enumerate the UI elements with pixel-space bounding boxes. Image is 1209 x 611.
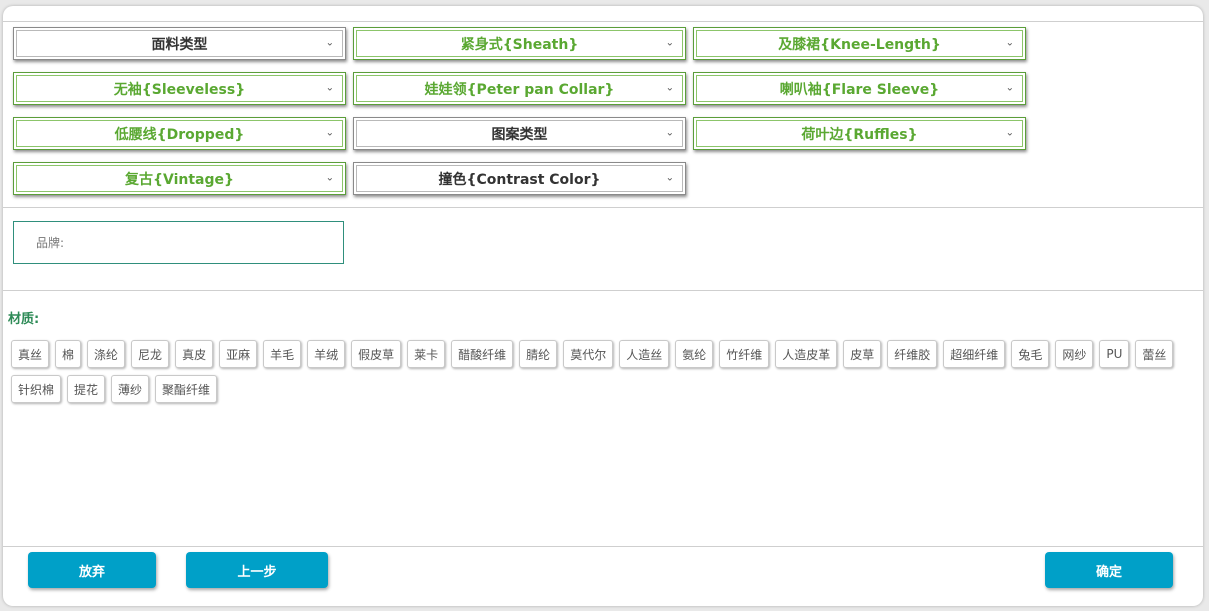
dropdown-inner: 荷叶边{Ruffles} ⌄ <box>696 120 1023 147</box>
previous-step-button[interactable]: 上一步 <box>186 552 328 588</box>
chevron-down-icon: ⌄ <box>665 37 674 48</box>
dropdown-label: 无袖{Sleeveless} <box>113 81 246 98</box>
material-tag[interactable]: 人造皮革 <box>775 340 838 368</box>
chevron-down-icon: ⌄ <box>665 127 674 138</box>
attribute-dropdown[interactable]: 面料类型 ⌄ <box>13 27 346 60</box>
attribute-dropdown[interactable]: 喇叭袖{Flare Sleeve} ⌄ <box>693 72 1026 105</box>
material-tag[interactable]: 竹纤维 <box>719 340 770 368</box>
chevron-down-icon: ⌄ <box>665 172 674 183</box>
brand-placeholder: 品牌: <box>36 236 65 250</box>
chevron-down-icon: ⌄ <box>665 82 674 93</box>
divider-2 <box>3 290 1203 291</box>
material-tag[interactable]: 薄纱 <box>111 375 150 403</box>
dropdown-inner: 喇叭袖{Flare Sleeve} ⌄ <box>696 75 1023 102</box>
dropdown-inner: 撞色{Contrast Color} ⌄ <box>356 165 683 192</box>
material-tag[interactable]: 网纱 <box>1055 340 1094 368</box>
brand-input[interactable]: 品牌: <box>13 221 344 264</box>
dropdown-inner: 无袖{Sleeveless} ⌄ <box>16 75 343 102</box>
material-tag[interactable]: 羊绒 <box>307 340 346 368</box>
material-tag[interactable]: 醋酸纤维 <box>451 340 514 368</box>
material-tag[interactable]: PU <box>1099 340 1130 368</box>
chevron-down-icon: ⌄ <box>1005 37 1014 48</box>
dropdown-label: 紧身式{Sheath} <box>460 36 579 53</box>
attribute-dropdown[interactable]: 图案类型 ⌄ <box>353 117 686 150</box>
dropdown-inner: 面料类型 ⌄ <box>16 30 343 57</box>
material-tag-list: 真丝棉涤纶 尼龙 真皮 亚麻 羊毛 羊绒 假皮草 莱卡 醋酸纤维 腈纶 莫代尔 人造丝 氨纶 竹纤维 人造皮… <box>11 340 1191 403</box>
material-tag[interactable]: 莫代尔 <box>563 340 614 368</box>
chevron-down-icon: ⌄ <box>325 82 334 93</box>
dropdown-inner: 低腰线{Dropped} ⌄ <box>16 120 343 147</box>
chevron-down-icon: ⌄ <box>325 127 334 138</box>
dropdown-label: 复古{Vintage} <box>125 171 234 188</box>
material-tag[interactable]: 纤维胶 <box>887 340 938 368</box>
attribute-dropdown[interactable]: 娃娃领{Peter pan Collar} ⌄ <box>353 72 686 105</box>
material-tag[interactable]: 亚麻 <box>219 340 258 368</box>
material-tag[interactable]: 针织棉 <box>11 375 62 403</box>
material-tag[interactable]: 皮草 <box>843 340 882 368</box>
attribute-dropdown[interactable]: 无袖{Sleeveless} ⌄ <box>13 72 346 105</box>
dropdown-label: 喇叭袖{Flare Sleeve} <box>779 81 940 98</box>
confirm-button[interactable]: 确定 <box>1045 552 1173 588</box>
material-tag[interactable]: 棉 <box>55 340 82 368</box>
dropdown-label: 娃娃领{Peter pan Collar} <box>424 81 615 98</box>
material-tag[interactable]: 氨纶 <box>675 340 714 368</box>
material-tag[interactable]: 尼龙 <box>131 340 170 368</box>
material-tag[interactable]: 兔毛 <box>1011 340 1050 368</box>
attribute-dropdown[interactable]: 及膝裙{Knee-Length} ⌄ <box>693 27 1026 60</box>
material-tag[interactable]: 超细纤维 <box>943 340 1006 368</box>
dropdown-inner: 紧身式{Sheath} ⌄ <box>356 30 683 57</box>
material-tag[interactable]: 真皮 <box>175 340 214 368</box>
material-tag[interactable]: 蕾丝 <box>1135 340 1174 368</box>
top-divider <box>3 21 1203 22</box>
chevron-down-icon: ⌄ <box>1005 127 1014 138</box>
dropdown-label: 图案类型 <box>491 126 548 143</box>
discard-button[interactable]: 放弃 <box>28 552 156 588</box>
material-tag[interactable]: 莱卡 <box>407 340 446 368</box>
chevron-down-icon: ⌄ <box>325 172 334 183</box>
attribute-panel: 面料类型 ⌄ 紧身式{Sheath} ⌄ 及膝裙{Knee-Length} ⌄ 无袖{Sle… <box>3 6 1203 606</box>
dropdown-label: 面料类型 <box>151 36 208 53</box>
attribute-dropdown[interactable]: 低腰线{Dropped} ⌄ <box>13 117 346 150</box>
dropdown-inner: 图案类型 ⌄ <box>356 120 683 147</box>
dropdown-inner: 复古{Vintage} ⌄ <box>16 165 343 192</box>
material-tag[interactable]: 聚酯纤维 <box>155 375 218 403</box>
attribute-dropdown[interactable]: 复古{Vintage} ⌄ <box>13 162 346 195</box>
attribute-dropdown[interactable]: 撞色{Contrast Color} ⌄ <box>353 162 686 195</box>
dropdown-label: 撞色{Contrast Color} <box>438 171 601 188</box>
material-tag[interactable]: 涤纶 <box>87 340 126 368</box>
dropdown-label: 低腰线{Dropped} <box>114 126 245 143</box>
material-tag[interactable]: 人造丝 <box>619 340 670 368</box>
material-tag[interactable]: 假皮草 <box>351 340 402 368</box>
dropdown-inner: 及膝裙{Knee-Length} ⌄ <box>696 30 1023 57</box>
chevron-down-icon: ⌄ <box>1005 82 1014 93</box>
attribute-dropdown[interactable]: 紧身式{Sheath} ⌄ <box>353 27 686 60</box>
divider-1 <box>3 207 1203 208</box>
attribute-dropdown[interactable]: 荷叶边{Ruffles} ⌄ <box>693 117 1026 150</box>
material-tag[interactable]: 提花 <box>67 375 106 403</box>
material-tag[interactable]: 真丝 <box>11 340 50 368</box>
dropdown-inner: 娃娃领{Peter pan Collar} ⌄ <box>356 75 683 102</box>
dropdown-label: 及膝裙{Knee-Length} <box>778 36 941 53</box>
chevron-down-icon: ⌄ <box>325 37 334 48</box>
dropdown-label: 荷叶边{Ruffles} <box>801 126 918 143</box>
footer-divider <box>3 546 1203 547</box>
material-tag[interactable]: 腈纶 <box>519 340 558 368</box>
material-tag[interactable]: 羊毛 <box>263 340 302 368</box>
material-title: 材质: <box>8 312 40 327</box>
